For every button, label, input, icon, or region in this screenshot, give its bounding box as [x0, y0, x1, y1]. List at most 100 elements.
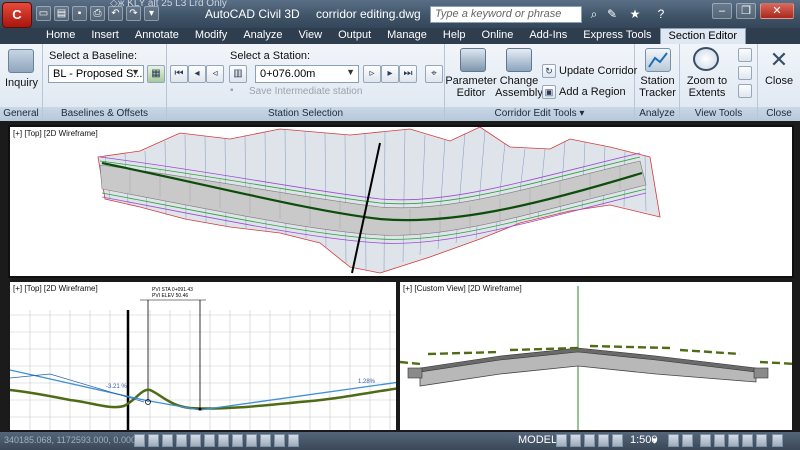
close-x-icon[interactable]: ✕	[758, 48, 800, 72]
clean-screen-icon[interactable]	[756, 434, 767, 447]
ducs-icon[interactable]	[218, 434, 229, 447]
add-region-button[interactable]: Add a Region	[559, 86, 626, 98]
status-menu-icon[interactable]	[772, 434, 783, 447]
add-region-icon[interactable]: ▣	[542, 85, 556, 99]
quick-properties-icon[interactable]	[274, 434, 285, 447]
station-tracker-icon[interactable]	[645, 48, 671, 72]
print-icon[interactable]: ⎙	[90, 6, 105, 21]
viewport-top-plan[interactable]: [+] [Top] [2D Wireframe]	[8, 125, 794, 278]
viewport-config-icon[interactable]	[738, 48, 752, 62]
zoom-extents-icon[interactable]	[693, 47, 719, 71]
viewport-settings-icon[interactable]	[738, 84, 752, 98]
station-tracker-label-2[interactable]: Tracker	[635, 87, 680, 99]
baseline-value: BL - Proposed S...	[53, 68, 143, 80]
tab-home[interactable]: Home	[38, 28, 83, 44]
zoom-extents-label-1[interactable]: Zoom to	[680, 75, 734, 87]
panel-analyze: Station Tracker Analyze	[635, 44, 680, 121]
model-space-button[interactable]: MODEL	[518, 434, 557, 446]
previous-station-icon[interactable]: ◂	[188, 65, 206, 83]
zoom-icon[interactable]	[612, 434, 623, 447]
chevron-down-icon[interactable]: ▾	[652, 434, 658, 447]
tab-output[interactable]: Output	[330, 28, 379, 44]
update-corridor-button[interactable]: Update Corridor	[559, 65, 637, 77]
tab-insert[interactable]: Insert	[83, 28, 127, 44]
tab-annotate[interactable]: Annotate	[127, 28, 187, 44]
first-station-icon[interactable]: ⏮	[170, 65, 188, 83]
station-grid-icon[interactable]: ▥	[229, 65, 247, 83]
tab-manage[interactable]: Manage	[379, 28, 435, 44]
chevron-down-icon[interactable]: ▾	[579, 108, 584, 119]
inquiry-button-label[interactable]: Inquiry	[0, 77, 43, 89]
workspace-icon[interactable]	[700, 434, 711, 447]
osnap-icon[interactable]	[190, 434, 201, 447]
change-assembly-label-1[interactable]: Change	[493, 75, 545, 87]
transparency-icon[interactable]	[260, 434, 271, 447]
open-icon[interactable]: ▤	[54, 6, 69, 21]
new-icon[interactable]: ▭	[36, 6, 51, 21]
save-intermediate-station[interactable]: Save Intermediate station	[249, 86, 362, 97]
polar-icon[interactable]	[176, 434, 187, 447]
model-layout-icon[interactable]	[556, 434, 567, 447]
tab-help[interactable]: Help	[435, 28, 474, 44]
update-corridor-icon[interactable]: ↻	[542, 64, 556, 78]
quick-view-layouts-icon[interactable]	[570, 434, 581, 447]
grid-icon[interactable]	[148, 434, 159, 447]
annotation-visibility-icon[interactable]	[668, 434, 679, 447]
dyn-icon[interactable]	[232, 434, 243, 447]
ortho-icon[interactable]	[162, 434, 173, 447]
station-select[interactable]: 0+076.00m ▼	[255, 65, 359, 83]
inquiry-icon[interactable]	[8, 49, 34, 73]
parameter-editor-label-1[interactable]: Parameter	[445, 75, 497, 87]
hardware-acceleration-icon[interactable]	[728, 434, 739, 447]
tab-section-editor[interactable]: Section Editor	[659, 28, 747, 44]
close-button[interactable]: ✕	[760, 3, 794, 19]
tab-express-tools[interactable]: Express Tools	[575, 28, 659, 44]
save-icon[interactable]: ▪	[72, 6, 87, 21]
tab-analyze[interactable]: Analyze	[235, 28, 290, 44]
station-tracker-label-1[interactable]: Station	[635, 75, 680, 87]
lineweight-icon[interactable]	[246, 434, 257, 447]
last-station-icon[interactable]: ⏭	[399, 65, 417, 83]
title-bar: C ▭ ▤ ▪ ⎙ ↶ ↷ ▾ ◇ж KLY alt 25 L3 Lrd Onl…	[0, 0, 800, 28]
change-assembly-icon[interactable]	[506, 48, 532, 72]
viewport-section[interactable]: [+] [Custom View] [2D Wireframe]	[398, 280, 794, 432]
tab-modify[interactable]: Modify	[187, 28, 235, 44]
auto-scale-icon[interactable]	[682, 434, 693, 447]
zoom-extents-label-2[interactable]: Extents	[680, 87, 734, 99]
help-icon[interactable]: ?	[654, 7, 668, 21]
step-back-icon[interactable]: ◃	[206, 65, 224, 83]
otrack-icon[interactable]	[204, 434, 215, 447]
binoculars-icon[interactable]: ⌕	[587, 7, 601, 21]
viewport-layout-icon[interactable]	[738, 66, 752, 80]
panel-title-baselines: Baselines & Offsets	[43, 107, 166, 121]
selection-cycling-icon[interactable]	[288, 434, 299, 447]
minimize-button[interactable]: –	[712, 3, 732, 19]
close-editor-button[interactable]: Close	[758, 75, 800, 87]
viewport-label-profile[interactable]: [+] [Top] [2D Wireframe]	[13, 284, 98, 293]
lock-icon[interactable]	[714, 434, 725, 447]
tab-add-ins[interactable]: Add-Ins	[521, 28, 575, 44]
step-forward-icon[interactable]: ▹	[363, 65, 381, 83]
tab-online[interactable]: Online	[474, 28, 522, 44]
viewport-label-section[interactable]: [+] [Custom View] [2D Wireframe]	[403, 284, 522, 293]
tab-view[interactable]: View	[290, 28, 330, 44]
viewport-profile[interactable]: [+] [Top] [2D Wireframe] PVI STA 0+091.4…	[8, 280, 398, 432]
next-station-icon[interactable]: ▸	[381, 65, 399, 83]
quick-view-drawings-icon[interactable]	[584, 434, 595, 447]
parameter-editor-icon[interactable]	[460, 48, 486, 72]
pan-icon[interactable]	[598, 434, 609, 447]
parameter-editor-label-2[interactable]: Editor	[445, 87, 497, 99]
restore-button[interactable]: ❐	[736, 3, 756, 19]
snap-icon[interactable]	[134, 434, 145, 447]
change-assembly-label-2[interactable]: Assembly	[493, 87, 545, 99]
select-baseline-icon[interactable]: ▦	[147, 65, 165, 83]
application-menu-button[interactable]: C	[2, 2, 32, 28]
viewport-label-top[interactable]: [+] [Top] [2D Wireframe]	[13, 129, 98, 138]
panel-corridor-edit-tools: Parameter Editor Change Assembly ↻ Updat…	[445, 44, 637, 121]
communication-icon[interactable]: ✎	[605, 7, 619, 21]
baseline-select[interactable]: BL - Proposed S... ▼	[48, 65, 144, 83]
search-input[interactable]: Type a keyword or phrase	[430, 6, 582, 23]
pick-station-icon[interactable]: ⌖	[425, 65, 443, 83]
isolate-objects-icon[interactable]	[742, 434, 753, 447]
favorites-icon[interactable]: ★	[628, 7, 642, 21]
